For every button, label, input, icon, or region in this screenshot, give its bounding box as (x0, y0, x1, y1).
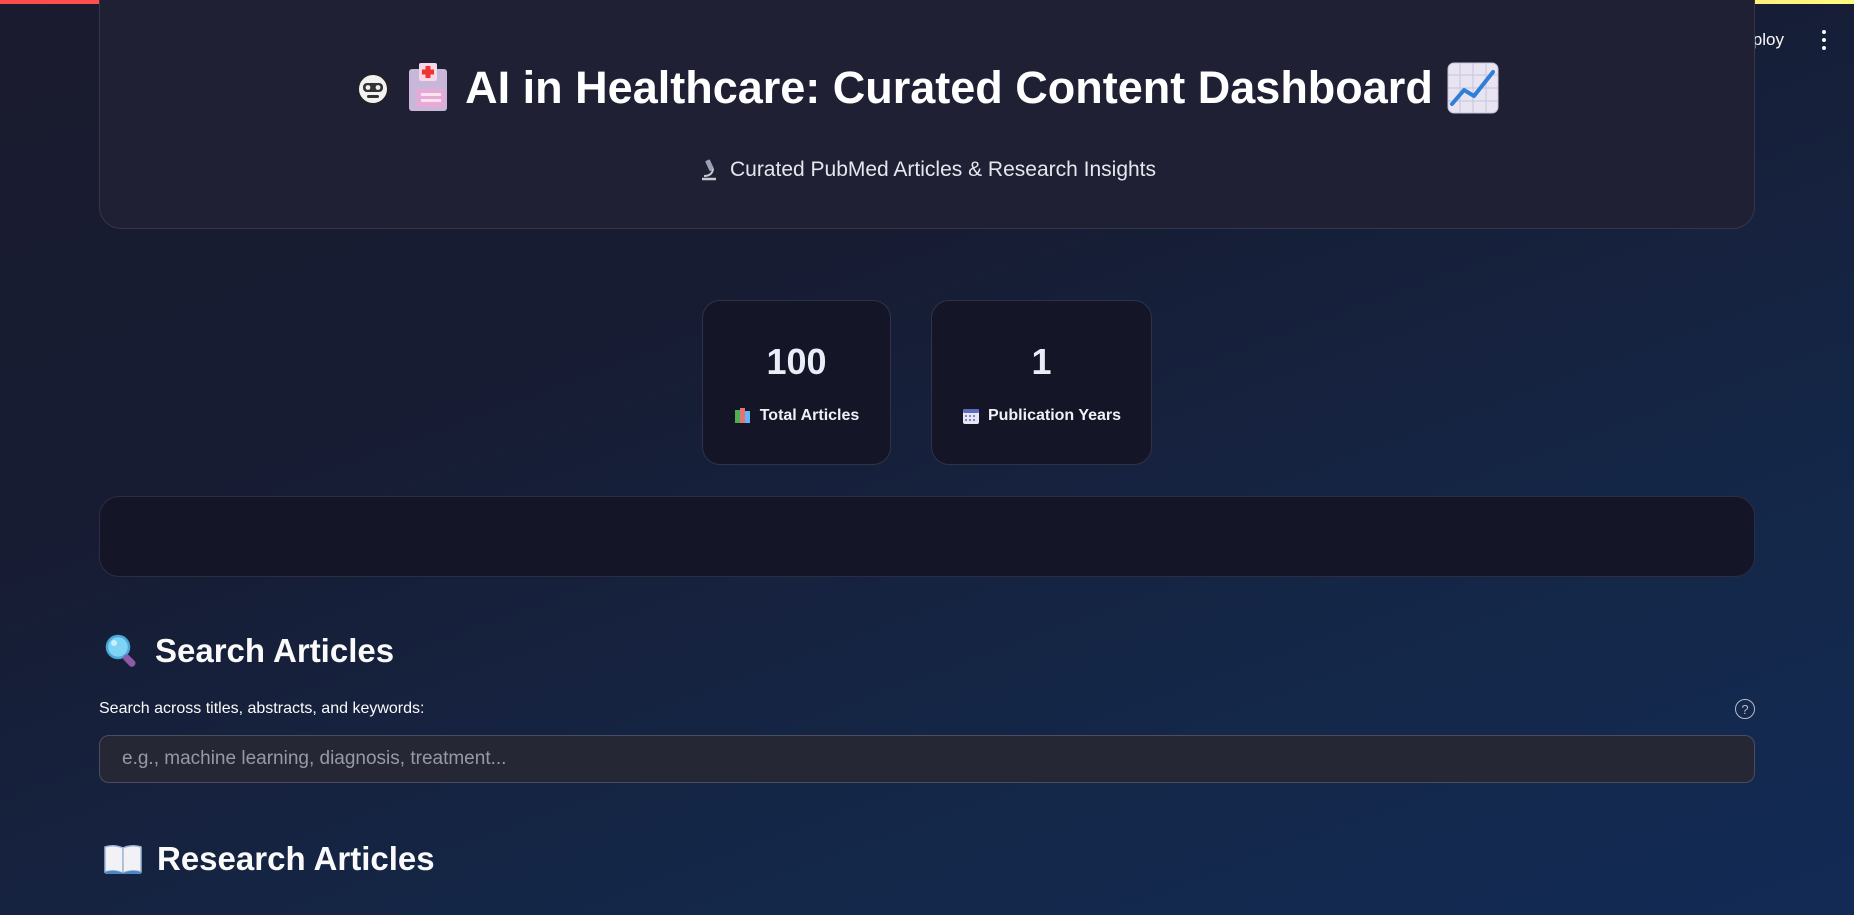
help-icon[interactable]: ? (1735, 699, 1755, 719)
page-subtitle: Curated PubMed Articles & Research Insig… (100, 158, 1754, 182)
calendar-icon (962, 407, 980, 425)
page-title-text: AI in Healthcare: Curated Content Dashbo… (465, 62, 1433, 113)
page-title: AI in Healthcare: Curated Content Dashbo… (100, 62, 1754, 114)
main-menu-icon[interactable] (1814, 26, 1834, 54)
header-card: AI in Healthcare: Curated Content Dashbo… (99, 0, 1755, 229)
metric-label-text: Publication Years (987, 407, 1122, 424)
robot-face-icon (355, 70, 391, 106)
metric-label: Publication Years (962, 407, 1121, 425)
empty-content-panel (99, 496, 1755, 577)
open-book-icon (103, 843, 143, 875)
metric-value: 1 (1031, 341, 1052, 382)
metric-label-text: Total Articles (759, 407, 860, 424)
microscope-icon (698, 159, 720, 181)
books-icon (734, 407, 752, 425)
search-section-heading-text: Search Articles (155, 632, 395, 669)
hospital-icon (405, 63, 451, 113)
metric-label: Total Articles (734, 407, 860, 425)
search-input[interactable] (99, 735, 1755, 783)
page-subtitle-text: Curated PubMed Articles & Research Insig… (729, 158, 1157, 181)
metric-card-publication-years: 1 Publication Years (931, 300, 1152, 465)
chart-increasing-icon (1447, 62, 1499, 114)
metric-card-total-articles: 100 Total Articles (702, 300, 891, 465)
metric-value: 100 (766, 341, 827, 382)
search-section-heading: Search Articles (103, 632, 394, 670)
research-articles-heading: Research Articles (103, 840, 435, 878)
search-input-label: Search across titles, abstracts, and key… (99, 700, 425, 717)
magnifying-glass-icon (103, 632, 141, 670)
research-articles-heading-text: Research Articles (157, 840, 435, 877)
